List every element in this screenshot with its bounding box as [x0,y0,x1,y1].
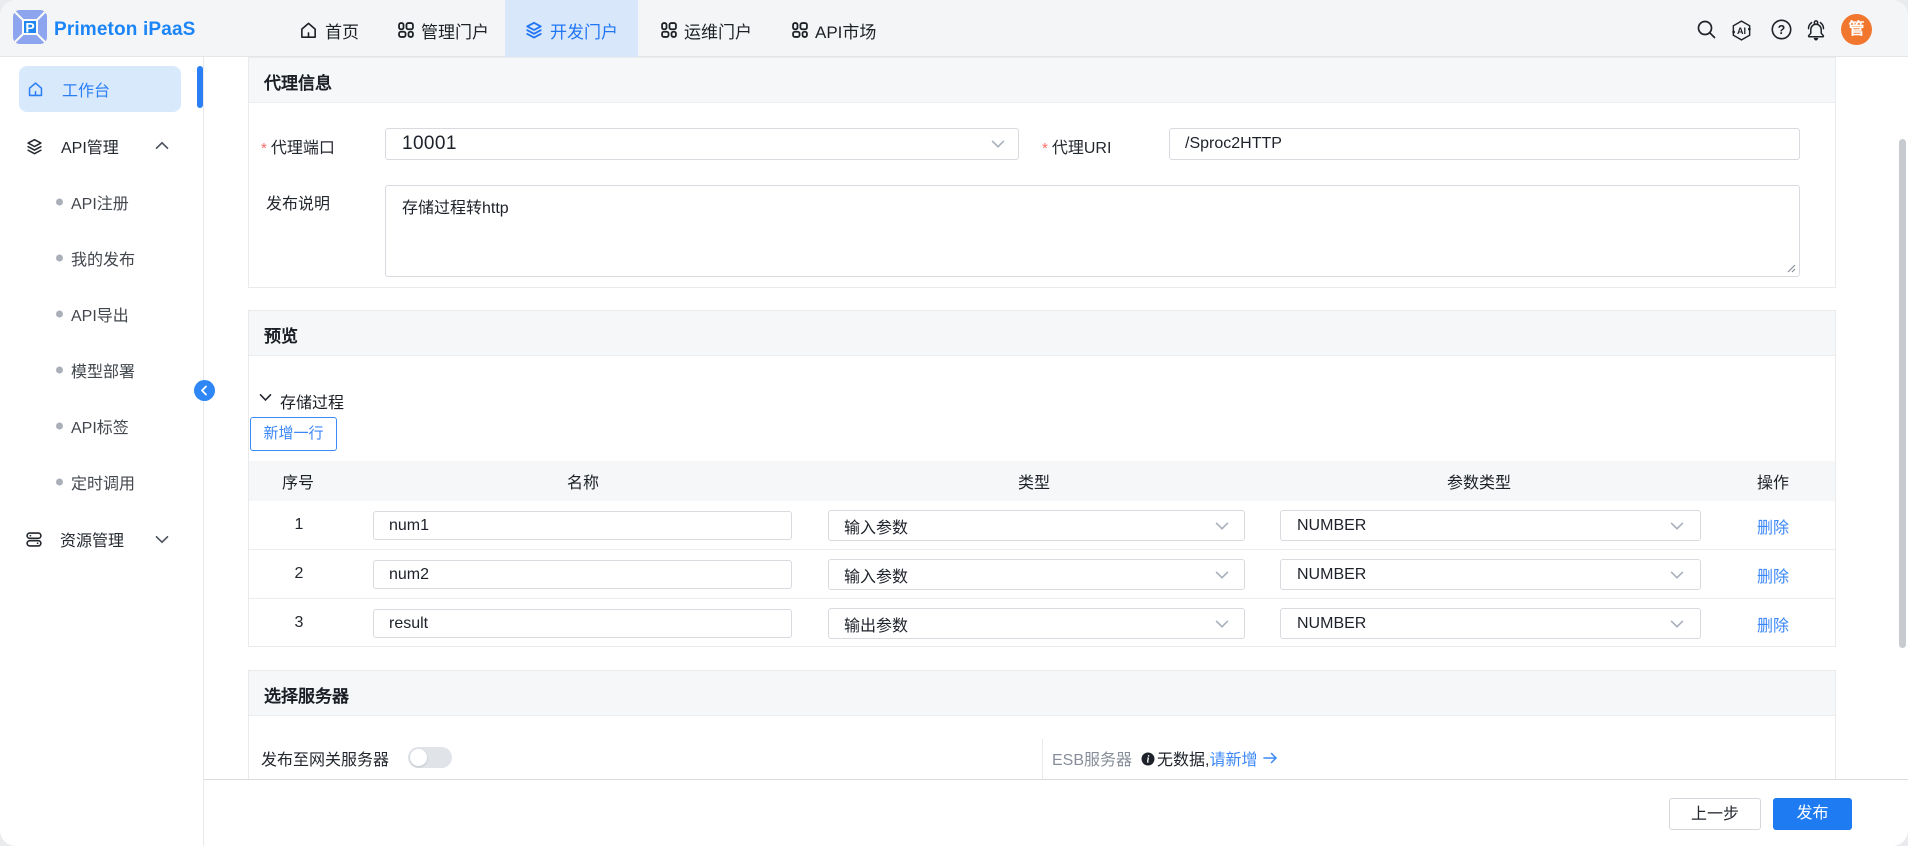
svg-text:AI: AI [1737,26,1746,36]
svg-text:?: ? [1778,23,1786,37]
svg-text:P: P [25,20,34,36]
svg-text:i: i [1147,755,1150,766]
